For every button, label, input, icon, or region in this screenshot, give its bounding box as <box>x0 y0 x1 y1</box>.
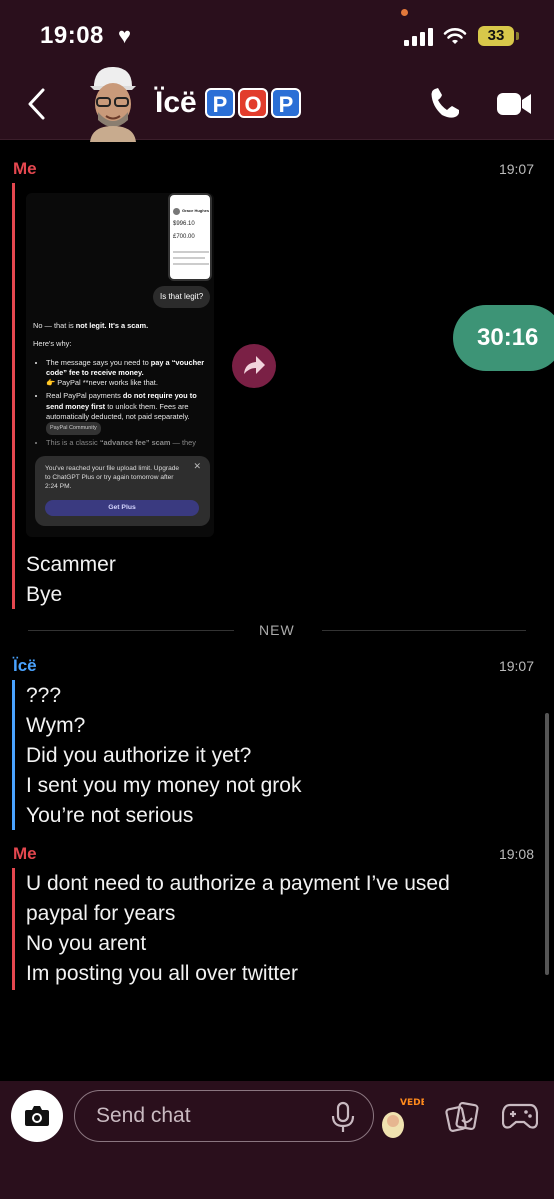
camera-button[interactable] <box>11 1090 63 1142</box>
phone-icon[interactable] <box>428 86 462 120</box>
share-arrow-icon[interactable] <box>232 344 276 388</box>
message-text[interactable]: Scammer <box>26 553 116 577</box>
card-amount: £700.00 <box>173 234 195 240</box>
message-time: 19:07 <box>498 658 534 674</box>
upload-limit-popup: ✕ You've reached your file upload limit.… <box>35 456 210 526</box>
chat-bubble: Is that legit? <box>153 286 211 308</box>
message-text[interactable]: Bye <box>26 583 62 607</box>
answer-text: No — that is <box>33 321 76 330</box>
sender-label: Me <box>13 159 37 178</box>
message-text[interactable]: You’re not serious <box>26 804 193 828</box>
answer-text-bold: not legit. It's a scam. <box>75 321 149 330</box>
limit-text: You've reached your file upload limit. U… <box>45 465 180 490</box>
get-plus-button: Get Plus <box>45 500 199 516</box>
message-text[interactable]: I sent you my money not grok <box>26 774 301 798</box>
wifi-icon <box>443 28 467 44</box>
message-text[interactable]: Did you authorize it yet? <box>26 744 251 768</box>
answer-text: The message says you need to <box>46 357 151 367</box>
message-text[interactable]: ??? <box>26 684 61 708</box>
chat-header: Ïcë P O P <box>0 66 554 142</box>
timer-badge: 30:16 <box>453 305 554 371</box>
signal-icon <box>404 28 434 46</box>
message-time: 19:08 <box>498 846 534 862</box>
chatgpt-answer: No — that is not legit. It's a scam. Her… <box>33 321 211 451</box>
source-pill: PayPal Community <box>46 422 101 435</box>
new-messages-label: NEW <box>259 622 295 638</box>
pop-badge: P O P <box>205 88 301 118</box>
badge-letter: O <box>238 88 268 118</box>
answer-text-bold: “advance fee” scam <box>99 437 171 447</box>
answer-text: — they <box>170 437 196 447</box>
camera-icon <box>25 1106 49 1126</box>
badge-letter: P <box>271 88 301 118</box>
message-text[interactable]: Wym? <box>26 714 85 738</box>
badge-letter: P <box>205 88 235 118</box>
clock: 19:08 <box>40 22 104 49</box>
answer-heading: Here's why: <box>33 339 72 349</box>
paypal-card-thumbnail: Grace Hughes $996.10 £700.00 <box>168 193 212 281</box>
video-icon[interactable] <box>496 90 532 118</box>
card-name: Grace Hughes <box>182 208 210 213</box>
message-text[interactable]: paypal for years <box>26 902 175 926</box>
bitmoji-text: VEDE VIBE <box>400 1098 424 1108</box>
message-text[interactable]: Im posting you all over twitter <box>26 962 298 986</box>
sender-bar <box>12 868 15 990</box>
stickers-icon[interactable] <box>445 1100 479 1134</box>
battery-tip <box>516 32 519 40</box>
message-text[interactable]: U dont need to authorize a payment I’ve … <box>26 872 450 896</box>
sender-label: Ïcë <box>13 656 37 675</box>
answer-text: This is a classic <box>46 437 100 447</box>
bitmoji-sticker-button[interactable]: VEDE VIBE <box>378 1093 424 1139</box>
sender-label: Me <box>13 844 37 863</box>
card-amount: $996.10 <box>173 221 195 227</box>
avatar[interactable] <box>82 64 142 142</box>
status-bar: 19:08 ♥ 33 <box>0 0 554 70</box>
battery-indicator: 33 <box>478 26 514 46</box>
scrollbar[interactable] <box>545 713 549 975</box>
games-icon[interactable] <box>502 1101 538 1131</box>
answer-text: Real PayPal payments <box>46 391 123 401</box>
heart-icon: ♥ <box>118 23 132 48</box>
message-time: 19:07 <box>498 161 534 177</box>
send-chat-input[interactable]: Send chat <box>74 1090 374 1142</box>
shared-screenshot[interactable]: Grace Hughes $996.10 £700.00 Is that leg… <box>26 193 214 537</box>
divider-line <box>322 630 526 631</box>
sender-bar <box>12 680 15 830</box>
chat-composer-bar: Send chat VEDE VIBE <box>0 1081 554 1199</box>
answer-text: 👉 PayPal **never works like that. <box>46 378 158 388</box>
microphone-icon[interactable] <box>330 1101 356 1133</box>
message-text[interactable]: No you arent <box>26 932 146 956</box>
back-chevron-icon[interactable] <box>24 86 50 122</box>
sender-bar <box>12 183 15 609</box>
divider-line <box>28 630 234 631</box>
close-icon: ✕ <box>193 461 201 471</box>
contact-name[interactable]: Ïcë <box>155 86 197 120</box>
privacy-indicator-dot <box>401 9 408 16</box>
